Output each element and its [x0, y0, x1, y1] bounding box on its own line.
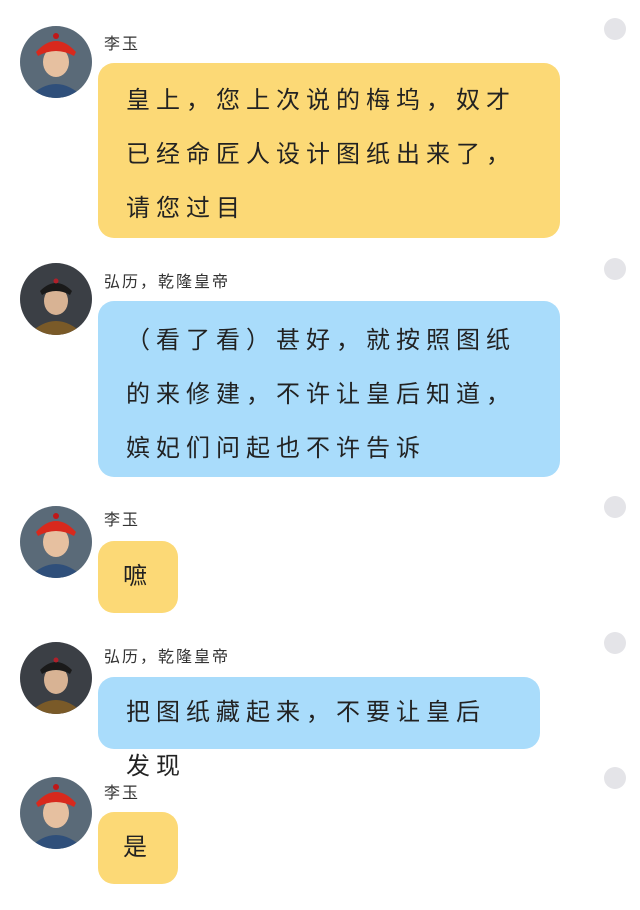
select-circle[interactable] — [604, 18, 626, 40]
li-yu-avatar-icon — [20, 26, 92, 98]
sender-name: 弘历，乾隆皇帝 — [104, 272, 231, 291]
sender-name: 李玉 — [104, 783, 141, 802]
message-bubble[interactable]: 把图纸藏起来，不要让皇后发现 — [98, 677, 540, 780]
avatar[interactable] — [20, 263, 92, 335]
avatar[interactable] — [20, 506, 92, 578]
select-circle[interactable] — [604, 258, 626, 280]
sender-name: 弘历，乾隆皇帝 — [104, 647, 231, 666]
sender-name: 李玉 — [104, 510, 141, 529]
avatar[interactable] — [20, 26, 92, 98]
select-circle[interactable] — [604, 496, 626, 518]
select-circle[interactable] — [604, 767, 626, 789]
li-yu-avatar-icon — [20, 506, 92, 578]
message-bubble[interactable]: 皇上，您上次说的梅坞，奴才已经命匠人设计图纸出来了，请您过目 — [98, 63, 560, 238]
qianlong-avatar-icon — [20, 642, 92, 714]
qianlong-avatar-icon — [20, 263, 92, 335]
message-bubble[interactable]: （看了看）甚好，就按照图纸的来修建，不许让皇后知道，嫔妃们问起也不许告诉 — [98, 301, 560, 477]
avatar[interactable] — [20, 642, 92, 714]
sender-name: 李玉 — [104, 34, 141, 53]
message-bubble[interactable]: 是 — [98, 812, 178, 884]
li-yu-avatar-icon — [20, 777, 92, 849]
avatar[interactable] — [20, 777, 92, 849]
message-bubble[interactable]: 嗻 — [98, 541, 178, 613]
select-circle[interactable] — [604, 632, 626, 654]
